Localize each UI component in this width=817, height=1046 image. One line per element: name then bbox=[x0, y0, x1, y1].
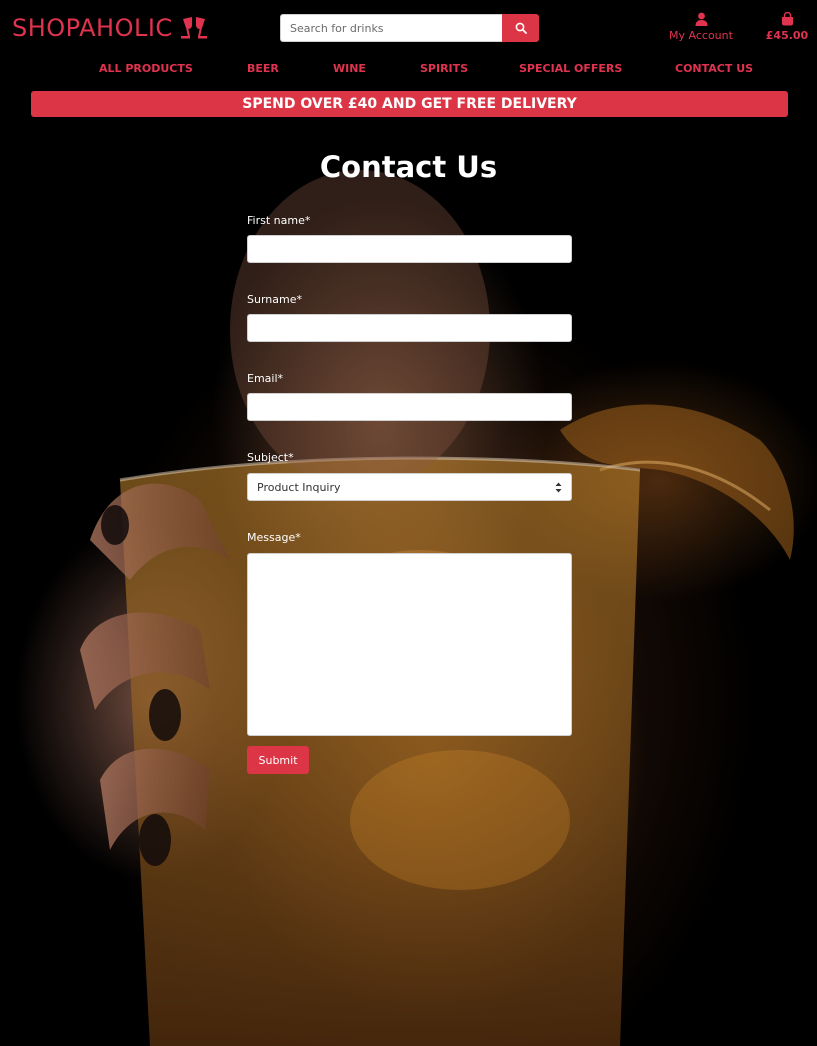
my-account-link[interactable]: My Account bbox=[664, 12, 738, 42]
email-field[interactable] bbox=[247, 393, 572, 421]
search-icon bbox=[515, 22, 527, 34]
search-input[interactable] bbox=[280, 14, 502, 42]
submit-button[interactable]: Submit bbox=[247, 746, 309, 774]
message-label: Message* bbox=[247, 531, 301, 544]
search-bar bbox=[280, 14, 539, 42]
subject-select[interactable]: Product Inquiry bbox=[247, 473, 572, 501]
main-nav: ALL PRODUCTS BEER WINE SPIRITS SPECIAL O… bbox=[0, 62, 817, 80]
first-name-label: First name* bbox=[247, 214, 311, 227]
message-field[interactable] bbox=[247, 553, 572, 736]
surname-field[interactable] bbox=[247, 314, 572, 342]
brand-name: SHOPAHOLIC bbox=[12, 14, 173, 42]
subject-selected-value: Product Inquiry bbox=[257, 480, 341, 494]
cart-link[interactable]: £45.00 bbox=[764, 12, 810, 42]
nav-item-beer[interactable]: BEER bbox=[247, 62, 279, 75]
nav-item-all-products[interactable]: ALL PRODUCTS bbox=[99, 62, 193, 75]
free-delivery-banner: SPEND OVER £40 AND GET FREE DELIVERY bbox=[31, 91, 788, 117]
nav-item-contact-us[interactable]: CONTACT US bbox=[675, 62, 753, 75]
email-label: Email* bbox=[247, 372, 284, 385]
my-account-label: My Account bbox=[669, 29, 733, 42]
page-title: Contact Us bbox=[319, 150, 498, 184]
toasting-glasses-icon bbox=[180, 17, 207, 39]
site-header: SHOPAHOLIC My Account £4 bbox=[0, 0, 817, 56]
nav-item-special-offers[interactable]: SPECIAL OFFERS bbox=[519, 62, 622, 75]
nav-item-spirits[interactable]: SPIRITS bbox=[420, 62, 468, 75]
user-icon bbox=[695, 12, 707, 26]
first-name-field[interactable] bbox=[247, 235, 572, 263]
search-button[interactable] bbox=[502, 14, 539, 42]
free-delivery-text: SPEND OVER £40 AND GET FREE DELIVERY bbox=[242, 96, 577, 112]
cart-total: £45.00 bbox=[765, 29, 809, 42]
brand-logo[interactable]: SHOPAHOLIC bbox=[12, 14, 209, 42]
subject-label: Subject* bbox=[247, 451, 294, 464]
shopping-bag-icon bbox=[781, 12, 793, 26]
select-arrows-icon bbox=[555, 482, 562, 493]
surname-label: Surname* bbox=[247, 293, 302, 306]
nav-item-wine[interactable]: WINE bbox=[333, 62, 366, 75]
